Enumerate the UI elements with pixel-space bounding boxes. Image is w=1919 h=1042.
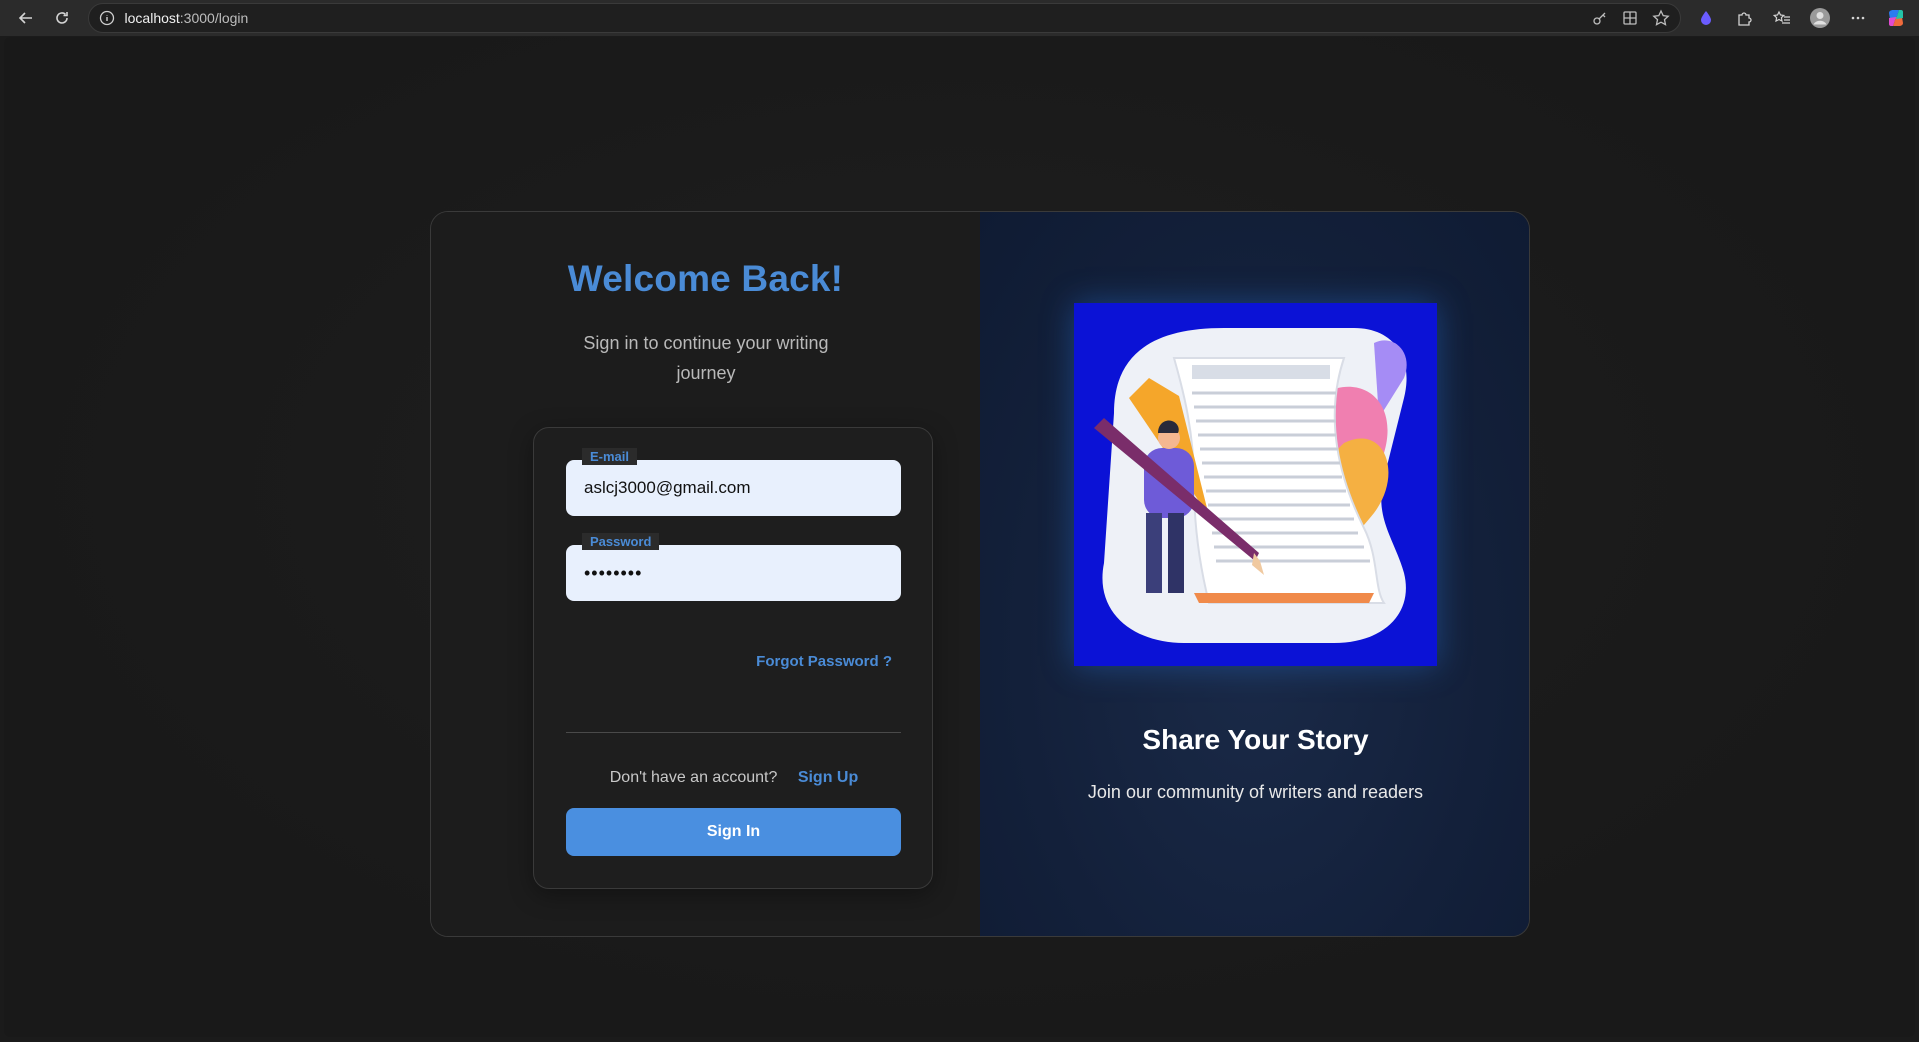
reload-button[interactable] [44, 3, 80, 33]
address-bar[interactable]: localhost:3000/login [87, 3, 1682, 33]
promo-title: Share Your Story [1142, 724, 1369, 755]
favorite-star-icon[interactable] [1652, 9, 1670, 27]
sign-in-button[interactable]: Sign In [566, 808, 901, 856]
browser-toolbar: localhost:3000/login [0, 0, 1919, 36]
reload-icon [55, 12, 68, 24]
profile-button[interactable] [1805, 3, 1835, 33]
url-path: :3000/login [179, 10, 249, 26]
url-text: localhost:3000/login [125, 10, 249, 26]
copilot-button[interactable] [1881, 3, 1911, 33]
page-viewport: Welcome Back! Sign in to continue your w… [4, 37, 1915, 1037]
avatar-icon [1810, 8, 1831, 28]
back-arrow-icon [18, 12, 32, 24]
email-field-wrapper: E-mail [566, 448, 901, 516]
extension-drop-button[interactable] [1691, 3, 1721, 33]
signup-prompt: Don't have an account? Sign Up [534, 769, 934, 787]
site-info-icon[interactable] [99, 10, 115, 26]
url-host: localhost [124, 10, 180, 26]
password-field-wrapper: Password [566, 533, 901, 601]
no-account-text: Don't have an account? [609, 769, 778, 786]
back-button[interactable] [8, 3, 44, 33]
email-field[interactable] [584, 460, 884, 516]
extensions-button[interactable] [1729, 3, 1759, 33]
page-subtitle: Sign in to continue your writing journey [583, 333, 829, 383]
copilot-icon [1889, 10, 1904, 26]
page-title: Welcome Back! [567, 258, 844, 299]
writing-illustration [1074, 303, 1437, 666]
login-panel: Welcome Back! Sign in to continue your w… [431, 212, 980, 936]
more-dots-icon [1851, 16, 1865, 20]
puzzle-icon [1738, 12, 1752, 26]
more-menu-button[interactable] [1843, 3, 1873, 33]
divider [566, 732, 901, 733]
favorites-button[interactable] [1767, 3, 1797, 33]
password-field[interactable] [584, 545, 884, 601]
apps-icon[interactable] [1622, 10, 1638, 26]
login-form: E-mail Password Forgot Password ? Don't … [533, 427, 933, 889]
promo-panel: Share Your Story Join our community of w… [980, 212, 1529, 936]
signup-link[interactable]: Sign Up [798, 769, 858, 786]
promo-subtitle: Join our community of writers and reader… [1087, 782, 1424, 802]
drop-icon [1701, 11, 1712, 25]
favorites-list-icon [1773, 10, 1791, 24]
forgot-password-link[interactable]: Forgot Password ? [756, 653, 892, 670]
key-icon[interactable] [1592, 10, 1608, 26]
login-card: Welcome Back! Sign in to continue your w… [430, 211, 1530, 937]
writing-illustration-icon [1094, 328, 1407, 643]
